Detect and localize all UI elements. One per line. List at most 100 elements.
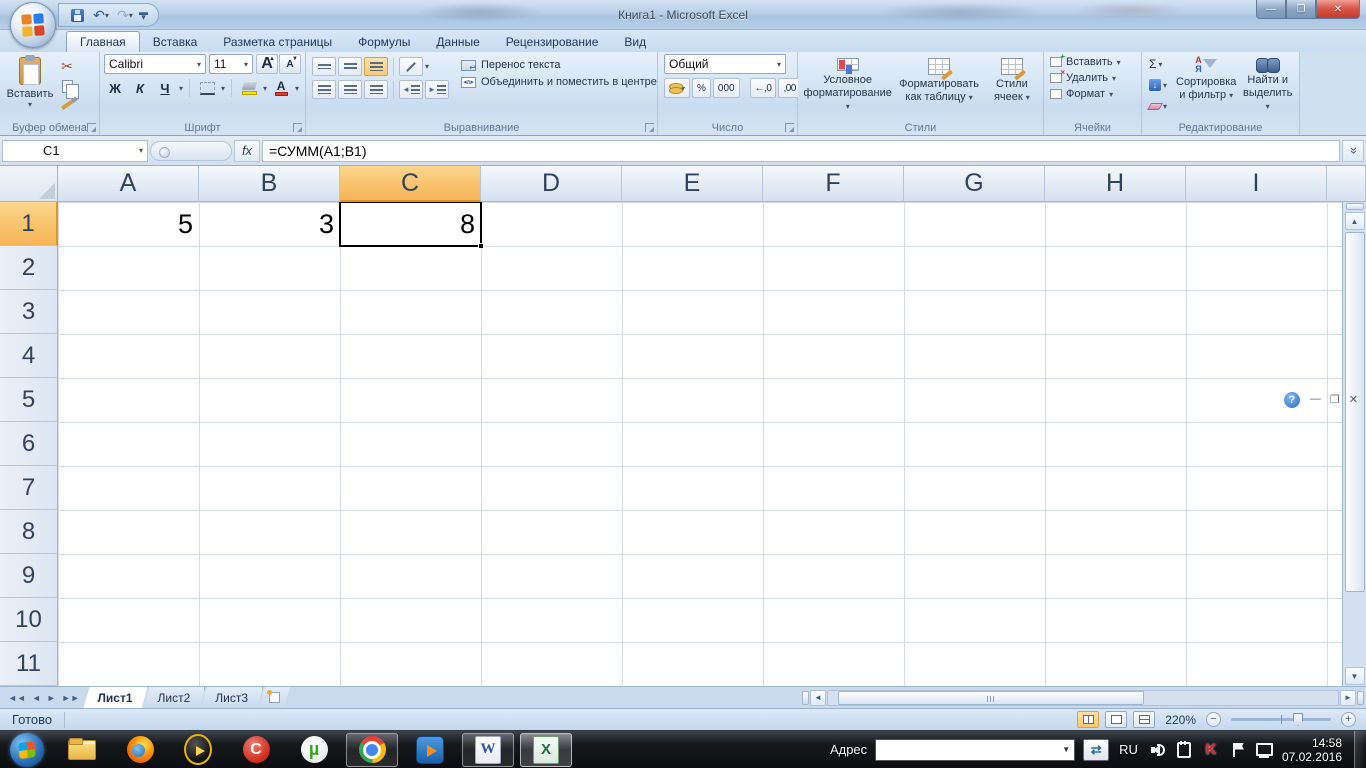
split-handle[interactable] (1357, 691, 1364, 705)
accounting-format-button[interactable]: ▾ (664, 78, 690, 98)
aimp-icon[interactable] (172, 733, 224, 767)
font-color-button[interactable]: А (270, 78, 292, 98)
save-button[interactable] (67, 5, 87, 25)
align-right-button[interactable] (364, 80, 388, 99)
sheet-tab[interactable]: Лист3 (201, 687, 263, 708)
ribbon-tab[interactable]: Разметка страницы (210, 32, 345, 52)
column-header[interactable]: G (904, 166, 1045, 202)
usb-icon[interactable] (1175, 741, 1193, 759)
conditional-formatting-button[interactable]: Условное форматирование ▾ (802, 55, 893, 113)
close-button[interactable]: ✕ (1316, 0, 1360, 19)
cell-b1[interactable]: 3 (199, 202, 340, 246)
delete-cells-button[interactable]: Удалить▾ (1050, 72, 1135, 84)
horizontal-scroll-thumb[interactable] (838, 691, 1144, 705)
format-cells-button[interactable]: Формат▾ (1050, 88, 1135, 100)
network-icon[interactable] (1256, 741, 1274, 759)
row-header[interactable]: 7 (0, 466, 58, 510)
clear-button[interactable]: ▾ (1146, 97, 1172, 115)
fill-color-button[interactable] (238, 78, 260, 98)
minimize-button[interactable]: — (1256, 0, 1286, 19)
address-go-button[interactable]: ⇄ (1083, 739, 1109, 761)
font-size-combo[interactable]: 11▾ (209, 54, 253, 74)
number-format-combo[interactable]: Общий▾ (664, 54, 786, 74)
grow-font-button[interactable]: А▲ (256, 54, 278, 74)
paste-button[interactable]: Вставить ▾ (4, 55, 56, 113)
workbook-close-button[interactable]: ✕ (1349, 393, 1358, 406)
align-top-button[interactable] (312, 57, 336, 76)
formula-input[interactable]: =СУММ(A1;B1) (262, 140, 1340, 162)
scroll-left-button[interactable]: ◄ (810, 690, 826, 706)
fill-handle[interactable] (478, 243, 484, 249)
column-header[interactable]: C (340, 166, 481, 202)
media-player-icon[interactable] (404, 733, 456, 767)
column-header[interactable]: H (1045, 166, 1186, 202)
volume-icon[interactable] (1148, 741, 1166, 759)
first-sheet-button[interactable]: ◄◄ (6, 692, 28, 704)
row-header[interactable]: 1 (0, 202, 58, 246)
dialog-launcher-icon[interactable] (785, 123, 794, 132)
normal-view-button[interactable] (1077, 711, 1099, 728)
align-bottom-button[interactable] (364, 57, 388, 76)
dialog-launcher-icon[interactable] (87, 123, 96, 132)
language-indicator[interactable]: RU (1117, 742, 1140, 757)
row-header[interactable]: 6 (0, 422, 58, 466)
start-button[interactable] (4, 733, 50, 767)
orientation-button[interactable] (399, 57, 423, 76)
cell-a1[interactable]: 5 (58, 202, 199, 246)
sheet-tab[interactable]: Лист2 (144, 687, 206, 708)
underline-button[interactable]: Ч (154, 78, 176, 98)
firefox-icon[interactable] (114, 733, 166, 767)
ribbon-tab[interactable]: Формулы (345, 32, 423, 52)
excel-icon[interactable] (520, 733, 572, 767)
zoom-out-button[interactable]: − (1206, 712, 1221, 727)
align-left-button[interactable] (312, 80, 336, 99)
workbook-restore-button[interactable]: ❐ (1330, 393, 1340, 406)
cut-button[interactable]: ✂ (56, 57, 78, 76)
ribbon-tab[interactable]: Рецензирование (493, 32, 612, 52)
dialog-launcher-icon[interactable] (293, 123, 302, 132)
font-name-combo[interactable]: Calibri▾ (104, 54, 206, 74)
row-header[interactable]: 3 (0, 290, 58, 334)
horizontal-scrollbar[interactable]: ◄ ► (800, 687, 1366, 708)
row-header[interactable]: 10 (0, 598, 58, 642)
italic-button[interactable]: К (129, 78, 151, 98)
column-header[interactable]: F (763, 166, 904, 202)
ribbon-tab[interactable]: Вид (611, 32, 659, 52)
sheet-tab[interactable]: Лист1 (84, 687, 148, 708)
zoom-level[interactable]: 220% (1165, 713, 1196, 727)
select-all-corner[interactable] (0, 166, 58, 202)
row-header[interactable]: 9 (0, 554, 58, 598)
wrap-text-button[interactable]: Перенос текста (461, 59, 666, 71)
format-as-table-button[interactable]: Форматировать как таблицу ▾ (893, 55, 984, 113)
ribbon-tab[interactable]: Вставка (140, 32, 211, 52)
insert-cells-button[interactable]: Вставить▾ (1050, 56, 1135, 68)
shrink-font-button[interactable]: А▼ (279, 54, 301, 74)
kaspersky-icon[interactable] (1202, 741, 1220, 759)
fill-button[interactable]: ↓▾ (1146, 76, 1172, 94)
column-header[interactable]: E (622, 166, 763, 202)
page-break-view-button[interactable] (1133, 711, 1155, 728)
column-header[interactable]: A (58, 166, 199, 202)
cells-area[interactable]: 5 3 8 (58, 202, 1342, 686)
row-header[interactable]: 4 (0, 334, 58, 378)
align-middle-button[interactable] (338, 57, 362, 76)
office-button[interactable] (10, 2, 56, 48)
prev-sheet-button[interactable]: ◄ (30, 692, 43, 704)
align-center-button[interactable] (338, 80, 362, 99)
format-painter-button[interactable] (56, 97, 78, 114)
ribbon-tab[interactable]: Главная (66, 31, 140, 52)
comma-style-button[interactable]: 000 (713, 78, 740, 98)
bold-button[interactable]: Ж (104, 78, 126, 98)
redo-button[interactable]: ↷▾ (115, 5, 135, 25)
word-icon[interactable] (462, 733, 514, 767)
insert-function-button[interactable]: fx (234, 140, 260, 162)
increase-indent-button[interactable]: ► (425, 80, 449, 99)
formula-bar-splitter[interactable] (150, 141, 232, 161)
workbook-minimize-button[interactable]: — (1310, 393, 1321, 406)
name-box[interactable]: C1▾ (2, 140, 148, 162)
undo-button[interactable]: ↶▾ (91, 5, 111, 25)
merge-center-button[interactable]: ◂a▸ Объединить и поместить в центре ▾ (461, 76, 666, 88)
row-header[interactable]: 2 (0, 246, 58, 290)
ribbon-tab[interactable]: Данные (423, 32, 492, 52)
column-header[interactable]: D (481, 166, 622, 202)
